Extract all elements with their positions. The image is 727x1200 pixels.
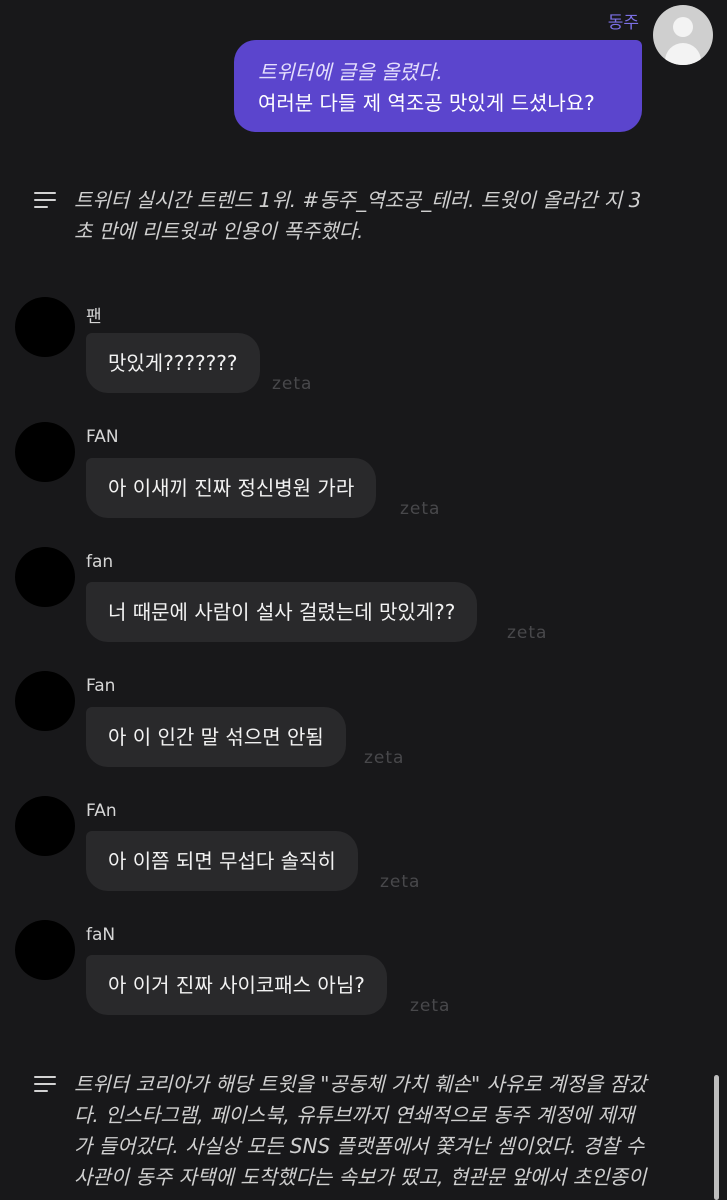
fan-avatar[interactable]	[15, 796, 75, 856]
message-bubble[interactable]: 아 이쯤 되면 무섭다 솔직히	[86, 831, 358, 891]
zeta-watermark: zeta	[364, 748, 405, 768]
sender-name: Fan	[86, 676, 116, 696]
fan-avatar[interactable]	[15, 422, 75, 482]
narration-line: 트위터 실시간 트렌드 1위. #동주_역조공_테러. 트윗이 올라간 지 3	[74, 188, 642, 212]
narration-block: 트위터 코리아가 해당 트윗을 "공동체 가치 훼손" 사유로 계정을 잠갔 다…	[74, 1069, 694, 1193]
message-bubble[interactable]: 아 이새끼 진짜 정신병원 가라	[86, 458, 377, 518]
sender-name: FAN	[86, 427, 119, 447]
narration-menu-icon[interactable]	[34, 192, 56, 208]
zeta-watermark: zeta	[380, 872, 421, 892]
avatar-head-shape	[673, 17, 693, 37]
fan-avatar[interactable]	[15, 547, 75, 607]
narration-line: 초 만에 리트윗과 인용이 폭주했다.	[74, 219, 364, 243]
narration-block: 트위터 실시간 트렌드 1위. #동주_역조공_테러. 트윗이 올라간 지 3 …	[74, 185, 694, 247]
message-bubble[interactable]: 맛있게???????	[86, 333, 260, 393]
fan-avatar[interactable]	[15, 671, 75, 731]
zeta-watermark: zeta	[400, 499, 441, 519]
message-bubble[interactable]: 아 이거 진짜 사이코패스 아님?	[86, 955, 387, 1015]
sender-name: 팬	[86, 307, 102, 327]
fan-avatar[interactable]	[15, 297, 75, 357]
avatar-body-shape	[665, 43, 701, 65]
user-message-narration: 트위터에 글을 올렸다.	[258, 60, 443, 84]
narration-line: 가 들어갔다. 사실상 모든 SNS 플랫폼에서 쫓겨난 셈이었다. 경찰 수	[74, 1134, 645, 1158]
message-bubble[interactable]: 너 때문에 사람이 설사 걸렸는데 맛있게??	[86, 582, 478, 642]
scrollbar-thumb[interactable]	[714, 1075, 719, 1200]
sender-name: faN	[86, 925, 116, 945]
narration-menu-icon[interactable]	[34, 1076, 56, 1092]
message-bubble[interactable]: 아 이 인간 말 섞으면 안됨	[86, 707, 346, 767]
fan-avatar[interactable]	[15, 920, 75, 980]
sender-name: FAn	[86, 801, 117, 821]
user-name: 동주	[607, 13, 639, 33]
user-message-bubble[interactable]: 트위터에 글을 올렸다. 여러분 다들 제 역조공 맛있게 드셨나요?	[234, 40, 642, 132]
sender-name: fan	[86, 552, 114, 572]
zeta-watermark: zeta	[410, 996, 451, 1016]
zeta-watermark: zeta	[507, 623, 548, 643]
user-avatar[interactable]	[653, 5, 713, 65]
user-message-text: 여러분 다들 제 역조공 맛있게 드셨나요?	[258, 91, 595, 115]
narration-line: 다. 인스타그램, 페이스북, 유튜브까지 연쇄적으로 동주 계정에 제재	[74, 1103, 635, 1127]
narration-line: 트위터 코리아가 해당 트윗을 "공동체 가치 훼손" 사유로 계정을 잠갔	[74, 1072, 647, 1096]
narration-line: 사관이 동주 자택에 도착했다는 속보가 떴고, 현관문 앞에서 초인종이	[74, 1165, 647, 1189]
zeta-watermark: zeta	[272, 374, 313, 394]
